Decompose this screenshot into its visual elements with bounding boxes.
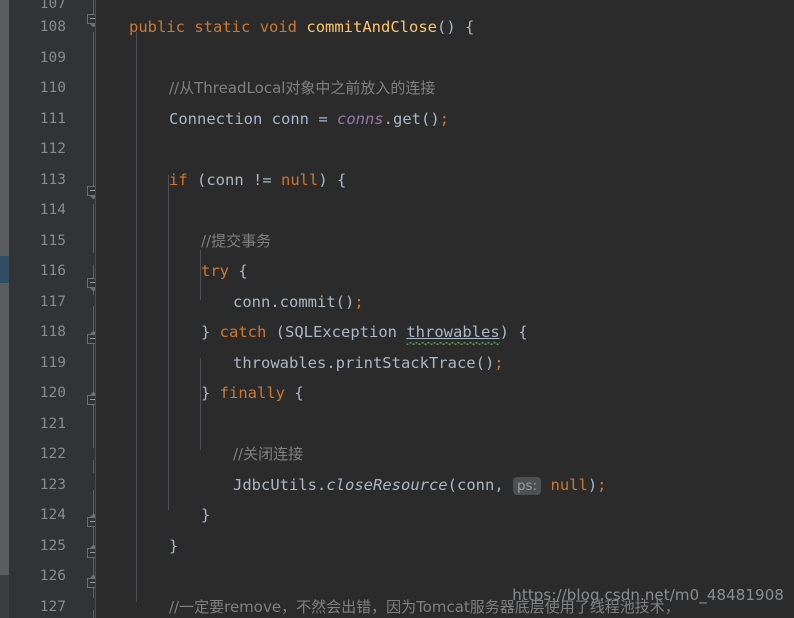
scrollbar-thumb[interactable]: [0, 0, 9, 575]
method-closeresource: closeResource: [326, 475, 448, 494]
code-line[interactable]: //关闭连接: [96, 439, 794, 470]
code-line[interactable]: public static void commitAndClose() {: [96, 12, 794, 43]
args-open: (conn,: [447, 475, 513, 494]
line-number: 114: [39, 202, 66, 218]
line-number: 112: [39, 141, 66, 157]
line-number: 118: [39, 324, 66, 340]
semicolon: ;: [597, 475, 607, 494]
line-number: 122: [39, 446, 66, 462]
keyword-if: if: [169, 170, 188, 189]
code-line[interactable]: }: [96, 500, 794, 531]
closing-brace: }: [169, 536, 179, 555]
closing-brace: }: [201, 506, 211, 524]
semicolon: ;: [354, 292, 364, 311]
code-line[interactable]: [96, 0, 794, 12]
changed-line-marker[interactable]: [0, 256, 9, 283]
field-conns: conns: [336, 109, 384, 128]
comment: //关闭连接: [233, 445, 304, 463]
type-name: Connection: [169, 109, 263, 128]
code-line[interactable]: if (conn != null) {: [96, 165, 794, 196]
line-number: 123: [39, 476, 66, 493]
code-line[interactable]: } catch (SQLException throwables) {: [96, 317, 794, 348]
line-number: 109: [39, 49, 66, 66]
keyword-null: null: [281, 170, 319, 189]
fold-spine: [93, 610, 94, 618]
statement-printstacktrace: throwables.printStackTrace(): [233, 353, 495, 372]
line-number: 116: [39, 263, 66, 279]
method-signature-tail: () {: [437, 18, 475, 36]
keyword-static: static: [194, 18, 251, 36]
code-line[interactable]: }: [96, 531, 794, 562]
comment: //从ThreadLocal对象中之前放入的连接: [169, 79, 436, 97]
try-tail: {: [229, 262, 248, 280]
if-tail: ) {: [318, 170, 347, 189]
code-line[interactable]: } finally {: [96, 378, 794, 409]
editor-gutter[interactable]: 107 108 109 110 111 112 113 114 115 116 …: [9, 0, 100, 618]
code-line[interactable]: Connection conn = conns.get();: [96, 104, 794, 135]
class-jdbcutils: JdbcUtils.: [233, 475, 327, 494]
line-number-column: 107 108 109 110 111 112 113 114 115 116 …: [9, 0, 69, 618]
keyword-catch: catch: [219, 323, 267, 341]
semicolon: ;: [494, 353, 504, 372]
code-line[interactable]: [96, 195, 794, 226]
closing-brace: }: [201, 323, 220, 341]
parameter-hint-ps: ps:: [512, 476, 542, 495]
fold-spine: [93, 32, 94, 186]
code-line[interactable]: [96, 134, 794, 165]
fold-spine: [93, 306, 94, 331]
variable-decl: conn =: [262, 109, 337, 128]
line-number: 115: [39, 232, 66, 249]
line-number: 119: [39, 354, 66, 371]
line-number: 121: [39, 415, 66, 432]
semicolon: ;: [439, 109, 449, 128]
line-number: 117: [39, 293, 66, 310]
closing-brace: }: [201, 384, 220, 402]
code-line[interactable]: try {: [96, 256, 794, 287]
line-number: 110: [39, 80, 66, 96]
keyword-null: null: [550, 475, 588, 494]
code-line[interactable]: //提交事务: [96, 226, 794, 257]
line-number: 125: [39, 537, 66, 554]
line-number: 124: [39, 507, 66, 523]
line-number: 107: [39, 0, 66, 12]
args-close: ): [587, 475, 598, 494]
fold-spine: [93, 204, 94, 253]
keyword-finally: finally: [219, 384, 285, 402]
code-content[interactable]: public static void commitAndClose() { //…: [96, 0, 794, 618]
code-line[interactable]: JdbcUtils.closeResource(conn, ps: null);: [96, 470, 794, 501]
code-line[interactable]: [96, 409, 794, 440]
line-number: 126: [39, 568, 66, 584]
line-number: 127: [39, 598, 66, 615]
keyword-try: try: [201, 262, 229, 280]
line-number: 120: [39, 385, 66, 401]
code-editor[interactable]: 107 108 109 110 111 112 113 114 115 116 …: [0, 0, 794, 618]
catch-exception-type: (SQLException: [266, 323, 407, 341]
code-line[interactable]: //从ThreadLocal对象中之前放入的连接: [96, 73, 794, 104]
line-number: 108: [39, 19, 66, 35]
method-call-get: .get(): [383, 109, 440, 128]
editor-left-strip[interactable]: [0, 0, 9, 618]
line-number: 111: [39, 110, 66, 127]
fold-spine: [93, 460, 94, 473]
watermark: https://blog.csdn.net/m0_48481908: [512, 586, 784, 604]
code-line[interactable]: conn.commit();: [96, 287, 794, 318]
catch-param-throwables: throwables: [406, 323, 500, 341]
line-number: 113: [39, 171, 66, 188]
fold-spine: [93, 0, 94, 14]
keyword-public: public: [129, 18, 185, 36]
statement-commit: conn.commit(): [233, 292, 355, 311]
keyword-void: void: [259, 18, 298, 36]
comment: //提交事务: [201, 231, 272, 250]
finally-tail: {: [285, 384, 304, 402]
code-line[interactable]: [96, 43, 794, 74]
catch-tail: ) {: [499, 323, 528, 341]
code-line[interactable]: throwables.printStackTrace();: [96, 348, 794, 379]
if-condition: (conn !=: [187, 170, 281, 189]
method-name: commitAndClose: [306, 18, 438, 36]
